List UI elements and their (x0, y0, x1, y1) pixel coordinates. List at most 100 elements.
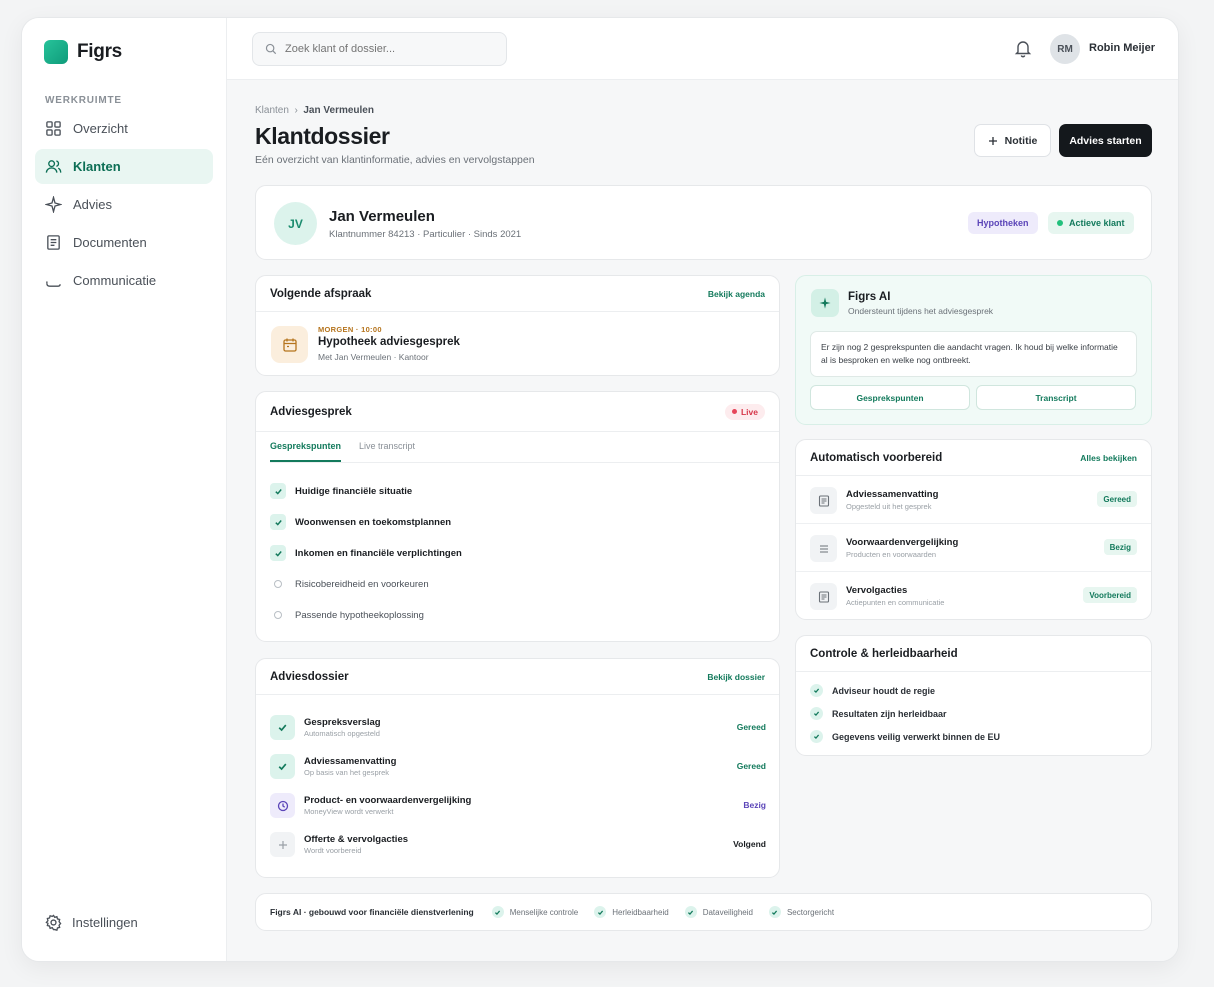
checklist-item[interactable]: Passende hypotheekoplossing (270, 607, 750, 623)
sidebar-item-label: Klanten (73, 159, 121, 174)
checklist-item[interactable]: Inkomen en financiële verplichtingen (270, 545, 750, 561)
start-advice-button[interactable]: Advies starten (1059, 124, 1152, 157)
control-item: Adviseur houdt de regie (810, 684, 935, 697)
dossier-item-title: Gespreksverslag (304, 717, 381, 728)
auto-prepared-card: Automatisch voorbereid Alles bekijken Ad… (795, 439, 1152, 620)
prep-item-title: Voorwaardenvergelijking (846, 537, 959, 548)
sidebar-item-settings[interactable]: Instellingen (45, 914, 138, 931)
breadcrumb-root[interactable]: Klanten (255, 105, 289, 116)
brand[interactable]: Figrs (44, 40, 122, 64)
view-dossier-link[interactable]: Bekijk dossier (707, 672, 765, 682)
control-item-label: Adviseur houdt de regie (832, 685, 936, 696)
client-meta: Klantnummer 84213 · Particulier · Sinds … (329, 229, 522, 240)
status-dot-icon (1057, 220, 1063, 226)
plus-icon (988, 136, 997, 145)
brand-logo-icon (44, 40, 68, 64)
control-item: Resultaten zijn herleidbaar (810, 707, 947, 720)
user-avatar[interactable]: RM (1050, 34, 1080, 64)
empty-circle-icon (270, 607, 286, 623)
view-all-link[interactable]: Alles bekijken (1080, 453, 1137, 463)
search-icon (265, 43, 277, 55)
dossier-item[interactable]: Gespreksverslag Automatisch opgesteld Ge… (270, 715, 766, 741)
dossier-item[interactable]: Adviessamenvatting Op basis van het gesp… (270, 754, 766, 780)
sidebar-item-label: Overzicht (73, 121, 128, 136)
document-icon (810, 487, 837, 514)
sidebar: Figrs WERKRUIMTE Overzicht Klanten Advie… (22, 18, 227, 961)
document-icon (47, 235, 60, 250)
chat-icon (46, 281, 61, 287)
appointment-header: Volgende afspraak Bekijk agenda (256, 276, 779, 312)
bell-icon (1014, 41, 1032, 58)
checklist-label: Woonwensen en toekomstplannen (295, 516, 452, 528)
add-note-label: Notitie (1004, 134, 1038, 147)
list-icon (810, 535, 837, 562)
page-subtitle: Eén overzicht van klantinformatie, advie… (255, 154, 535, 166)
ai-transcript-button[interactable]: Transcript (976, 385, 1136, 410)
checklist-item[interactable]: Risicobereidheid en voorkeuren (270, 576, 750, 592)
tab-gesprekspunten[interactable]: Gesprekspunten (270, 432, 342, 462)
plus-icon (270, 832, 295, 857)
sidebar-item-klanten[interactable]: Klanten (35, 149, 213, 184)
gear-icon (45, 914, 62, 931)
footer-pill: Menselijke controle (491, 906, 578, 918)
conversation-title: Adviesgesprek (270, 405, 352, 418)
checklist-label: Huidige financiële situatie (295, 485, 413, 497)
check-icon (270, 483, 286, 499)
checklist-label: Inkomen en financiële verplichtingen (295, 547, 462, 559)
prep-item-badge: Gereed (1097, 491, 1137, 507)
client-name: Jan Vermeulen (329, 208, 435, 225)
client-card: JV Jan Vermeulen Klantnummer 84213 · Par… (255, 185, 1152, 260)
sidebar-nav: Overzicht Klanten Advies Documenten Comm… (35, 111, 213, 301)
topbar: RM Robin Meijer (227, 18, 1178, 80)
control-item: Gegevens veilig verwerkt binnen de EU (810, 730, 1000, 743)
conversation-card: Adviesgesprek Live Gesprekspunten Live t… (255, 391, 780, 642)
dossier-item-status: Gereed (736, 722, 766, 732)
sidebar-item-label: Communicatie (73, 273, 157, 288)
control-item-label: Resultaten zijn herleidbaar (832, 708, 947, 719)
control-card: Controle & herleidbaarheid Adviseur houd… (795, 635, 1152, 756)
prep-item[interactable]: Voorwaardenvergelijking Producten en voo… (796, 524, 1151, 572)
prep-title: Automatisch voorbereid (810, 451, 943, 464)
dossier-item-status: Volgend (733, 839, 766, 849)
appointment-card: Volgende afspraak Bekijk agenda MORGEN ·… (255, 275, 780, 376)
client-avatar: JV (274, 202, 317, 245)
search-box[interactable] (252, 32, 507, 66)
prep-header: Automatisch voorbereid Alles bekijken (796, 440, 1151, 476)
control-header: Controle & herleidbaarheid (796, 636, 1151, 672)
check-icon (594, 906, 607, 918)
checklist-item[interactable]: Woonwensen en toekomstplannen (270, 514, 750, 530)
tab-live-transcript[interactable]: Live transcript (359, 432, 415, 462)
prep-item[interactable]: Vervolgacties Actiepunten en communicati… (796, 572, 1151, 620)
check-icon (810, 730, 823, 743)
dossier-item[interactable]: Offerte & vervolgacties Wordt voorbereid… (270, 832, 766, 858)
search-input[interactable] (285, 43, 485, 55)
appointment-name[interactable]: Hypotheek adviesgesprek (318, 336, 460, 348)
checklist-item[interactable]: Huidige financiële situatie (270, 483, 750, 499)
sidebar-item-communicatie[interactable]: Communicatie (35, 263, 213, 298)
checklist-label: Risicobereidheid en voorkeuren (295, 578, 429, 590)
footer-pill: Herleidbaarheid (594, 906, 669, 918)
sidebar-item-label: Advies (73, 197, 113, 212)
prep-item-badge: Bezig (1103, 539, 1137, 555)
view-agenda-link[interactable]: Bekijk agenda (708, 289, 765, 299)
dossier-item[interactable]: Product- en voorwaardenvergelijking Mone… (270, 793, 766, 819)
sidebar-item-documenten[interactable]: Documenten (35, 225, 213, 260)
prep-item-sub: Opgesteld uit het gesprek (846, 502, 932, 511)
status-badge-label: Actieve klant (1069, 218, 1125, 228)
user-name[interactable]: Robin Meijer (1089, 42, 1155, 54)
footer-pill: Sectorgericht (768, 906, 834, 918)
check-icon (768, 906, 781, 918)
ai-points-button[interactable]: Gesprekspunten (810, 385, 970, 410)
prep-item[interactable]: Adviessamenvatting Opgesteld uit het ges… (796, 476, 1151, 524)
add-note-button[interactable]: Notitie (974, 124, 1051, 157)
dossier-item-title: Offerte & vervolgacties (304, 834, 409, 845)
sparkle-icon (45, 196, 62, 213)
footer-pill: Dataveiligheid (684, 906, 753, 918)
product-tag: Hypotheken (968, 212, 1038, 234)
sidebar-item-advies[interactable]: Advies (35, 187, 213, 222)
sidebar-item-overzicht[interactable]: Overzicht (35, 111, 213, 146)
footer-title: Figrs AI · gebouwd voor financiële diens… (270, 907, 474, 917)
prep-item-sub: Actiepunten en communicatie (846, 598, 945, 607)
main-content: RM Robin Meijer Klanten › Jan Vermeulen … (227, 18, 1178, 961)
notifications-button[interactable] (1014, 39, 1032, 63)
